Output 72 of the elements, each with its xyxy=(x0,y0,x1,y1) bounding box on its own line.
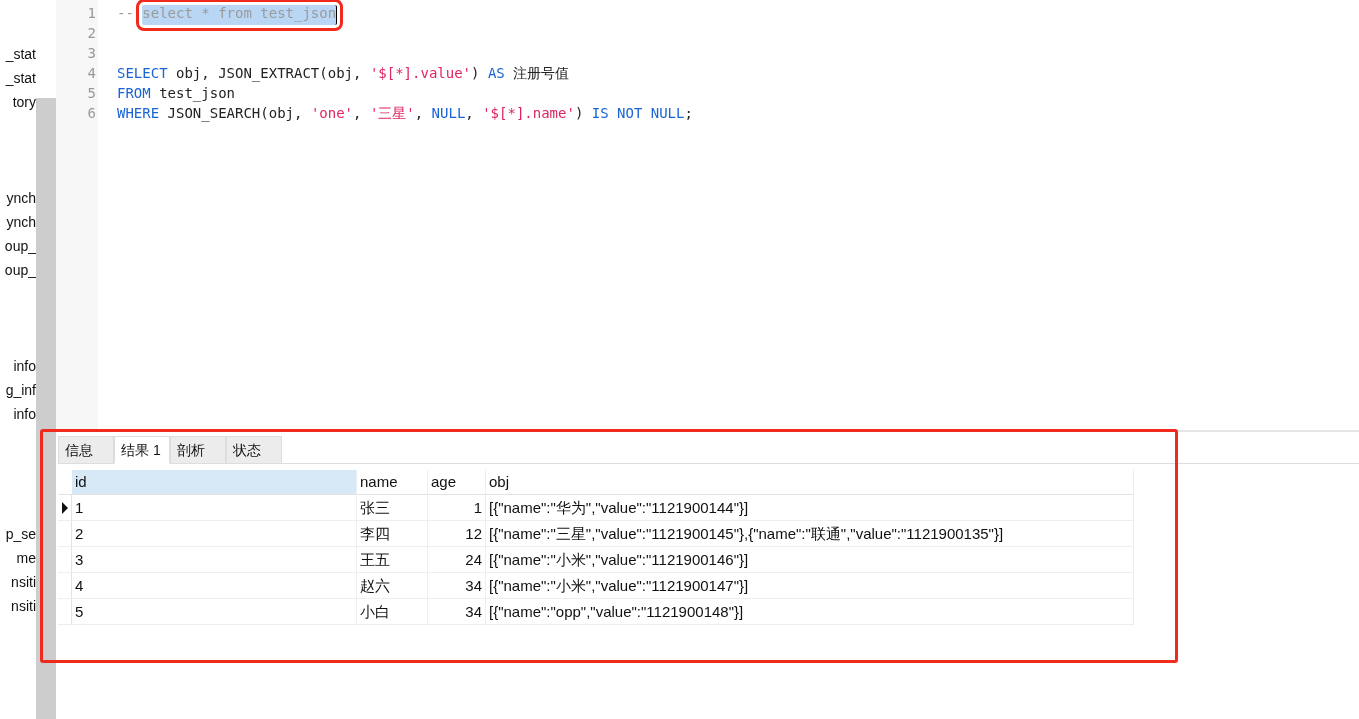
result-tab[interactable]: 状态 xyxy=(226,436,282,463)
code-text: JSON_SEARCH(obj, xyxy=(166,105,304,124)
result-tab[interactable]: 结果 1 xyxy=(114,436,170,464)
table-cell: [{"name":"小米","value":"1121900146"}] xyxy=(486,547,1134,573)
column-header[interactable]: age xyxy=(428,470,486,495)
line-number: 1 xyxy=(86,5,97,23)
line-number: 2 xyxy=(86,25,97,43)
table-cell: 1 xyxy=(428,495,486,521)
scrollbar[interactable] xyxy=(36,98,56,719)
table-cell: 5 xyxy=(72,599,357,625)
code-text: , xyxy=(414,105,425,123)
table-name[interactable]: info xyxy=(13,354,36,378)
sql-keyword: AS xyxy=(487,65,505,83)
sql-string: '$[*].value' xyxy=(369,65,472,83)
table-cell: 李四 xyxy=(357,521,428,547)
sql-string: '三星' xyxy=(369,105,415,123)
column-header[interactable]: id xyxy=(72,470,357,495)
current-row-icon xyxy=(61,501,68,514)
table-cell: [{"name":"华为","value":"1121900144"}] xyxy=(486,495,1134,521)
table-cell: 12 xyxy=(428,521,486,547)
table-name[interactable]: _stat xyxy=(5,42,36,66)
code-text: ) xyxy=(574,105,585,123)
line-number: 3 xyxy=(86,45,97,63)
table-cell: 34 xyxy=(428,573,486,599)
table-cell: 3 xyxy=(72,547,357,573)
table-cell: 小白 xyxy=(357,599,428,625)
table-cell: 24 xyxy=(428,547,486,573)
sql-keyword: NULL xyxy=(431,105,466,123)
table-cell: 王五 xyxy=(357,547,428,573)
code-text: , xyxy=(353,105,363,123)
table-cell: 34 xyxy=(428,599,486,625)
sql-keyword: IS NOT NULL xyxy=(591,105,685,123)
table-name[interactable]: _stat xyxy=(5,66,36,90)
column-header[interactable]: obj xyxy=(486,470,1134,495)
line-number: 5 xyxy=(86,85,97,103)
table-name[interactable]: ynch xyxy=(6,186,36,210)
table-name[interactable]: me xyxy=(16,546,36,570)
row-selector[interactable] xyxy=(58,495,72,521)
sql-string: '$[*].name' xyxy=(482,105,575,123)
table-name[interactable]: oup_ xyxy=(4,234,36,258)
table-name[interactable]: nsiti xyxy=(11,570,36,594)
table-cell: 2 xyxy=(72,521,357,547)
code-text: 注册号值 xyxy=(512,65,570,83)
result-tab[interactable]: 剖析 xyxy=(170,436,226,463)
table-cell: [{"name":"小米","value":"1121900147"}] xyxy=(486,573,1134,599)
sql-comment: -- xyxy=(117,5,135,23)
sql-keyword: SELECT xyxy=(117,65,168,83)
code-text: obj, JSON_EXTRACT(obj, xyxy=(175,65,363,84)
table-name[interactable]: p_se xyxy=(5,522,36,546)
sql-keyword: WHERE xyxy=(117,105,160,123)
sql-string: 'one' xyxy=(310,105,354,123)
table-cell: 赵六 xyxy=(357,573,428,599)
table-name[interactable]: tory xyxy=(12,90,36,114)
table-name[interactable]: oup_ xyxy=(4,258,36,282)
sql-keyword: FROM xyxy=(117,85,151,103)
code-text: test_json xyxy=(158,85,235,104)
code-text: ) xyxy=(471,65,481,83)
result-tab[interactable]: 信息 xyxy=(58,436,114,463)
table-cell: [{"name":"opp","value":"1121900148"}] xyxy=(486,599,1134,625)
table-cell: 张三 xyxy=(357,495,428,521)
code-text: , xyxy=(465,105,475,123)
line-number: 6 xyxy=(86,105,97,123)
table-name[interactable]: nsiti xyxy=(11,594,36,618)
table-name[interactable]: info xyxy=(13,402,36,426)
code-text: ; xyxy=(684,105,693,123)
table-name[interactable]: g_inf xyxy=(5,378,36,402)
table-cell: 1 xyxy=(72,495,357,521)
column-header[interactable]: name xyxy=(357,470,428,495)
table-cell: [{"name":"三星","value":"1121900145"},{"name":"联通","value":"1121900135"}] xyxy=(486,521,1134,547)
table-cell: 4 xyxy=(72,573,357,599)
line-number: 4 xyxy=(86,65,97,83)
table-name[interactable]: ynch xyxy=(6,210,36,234)
